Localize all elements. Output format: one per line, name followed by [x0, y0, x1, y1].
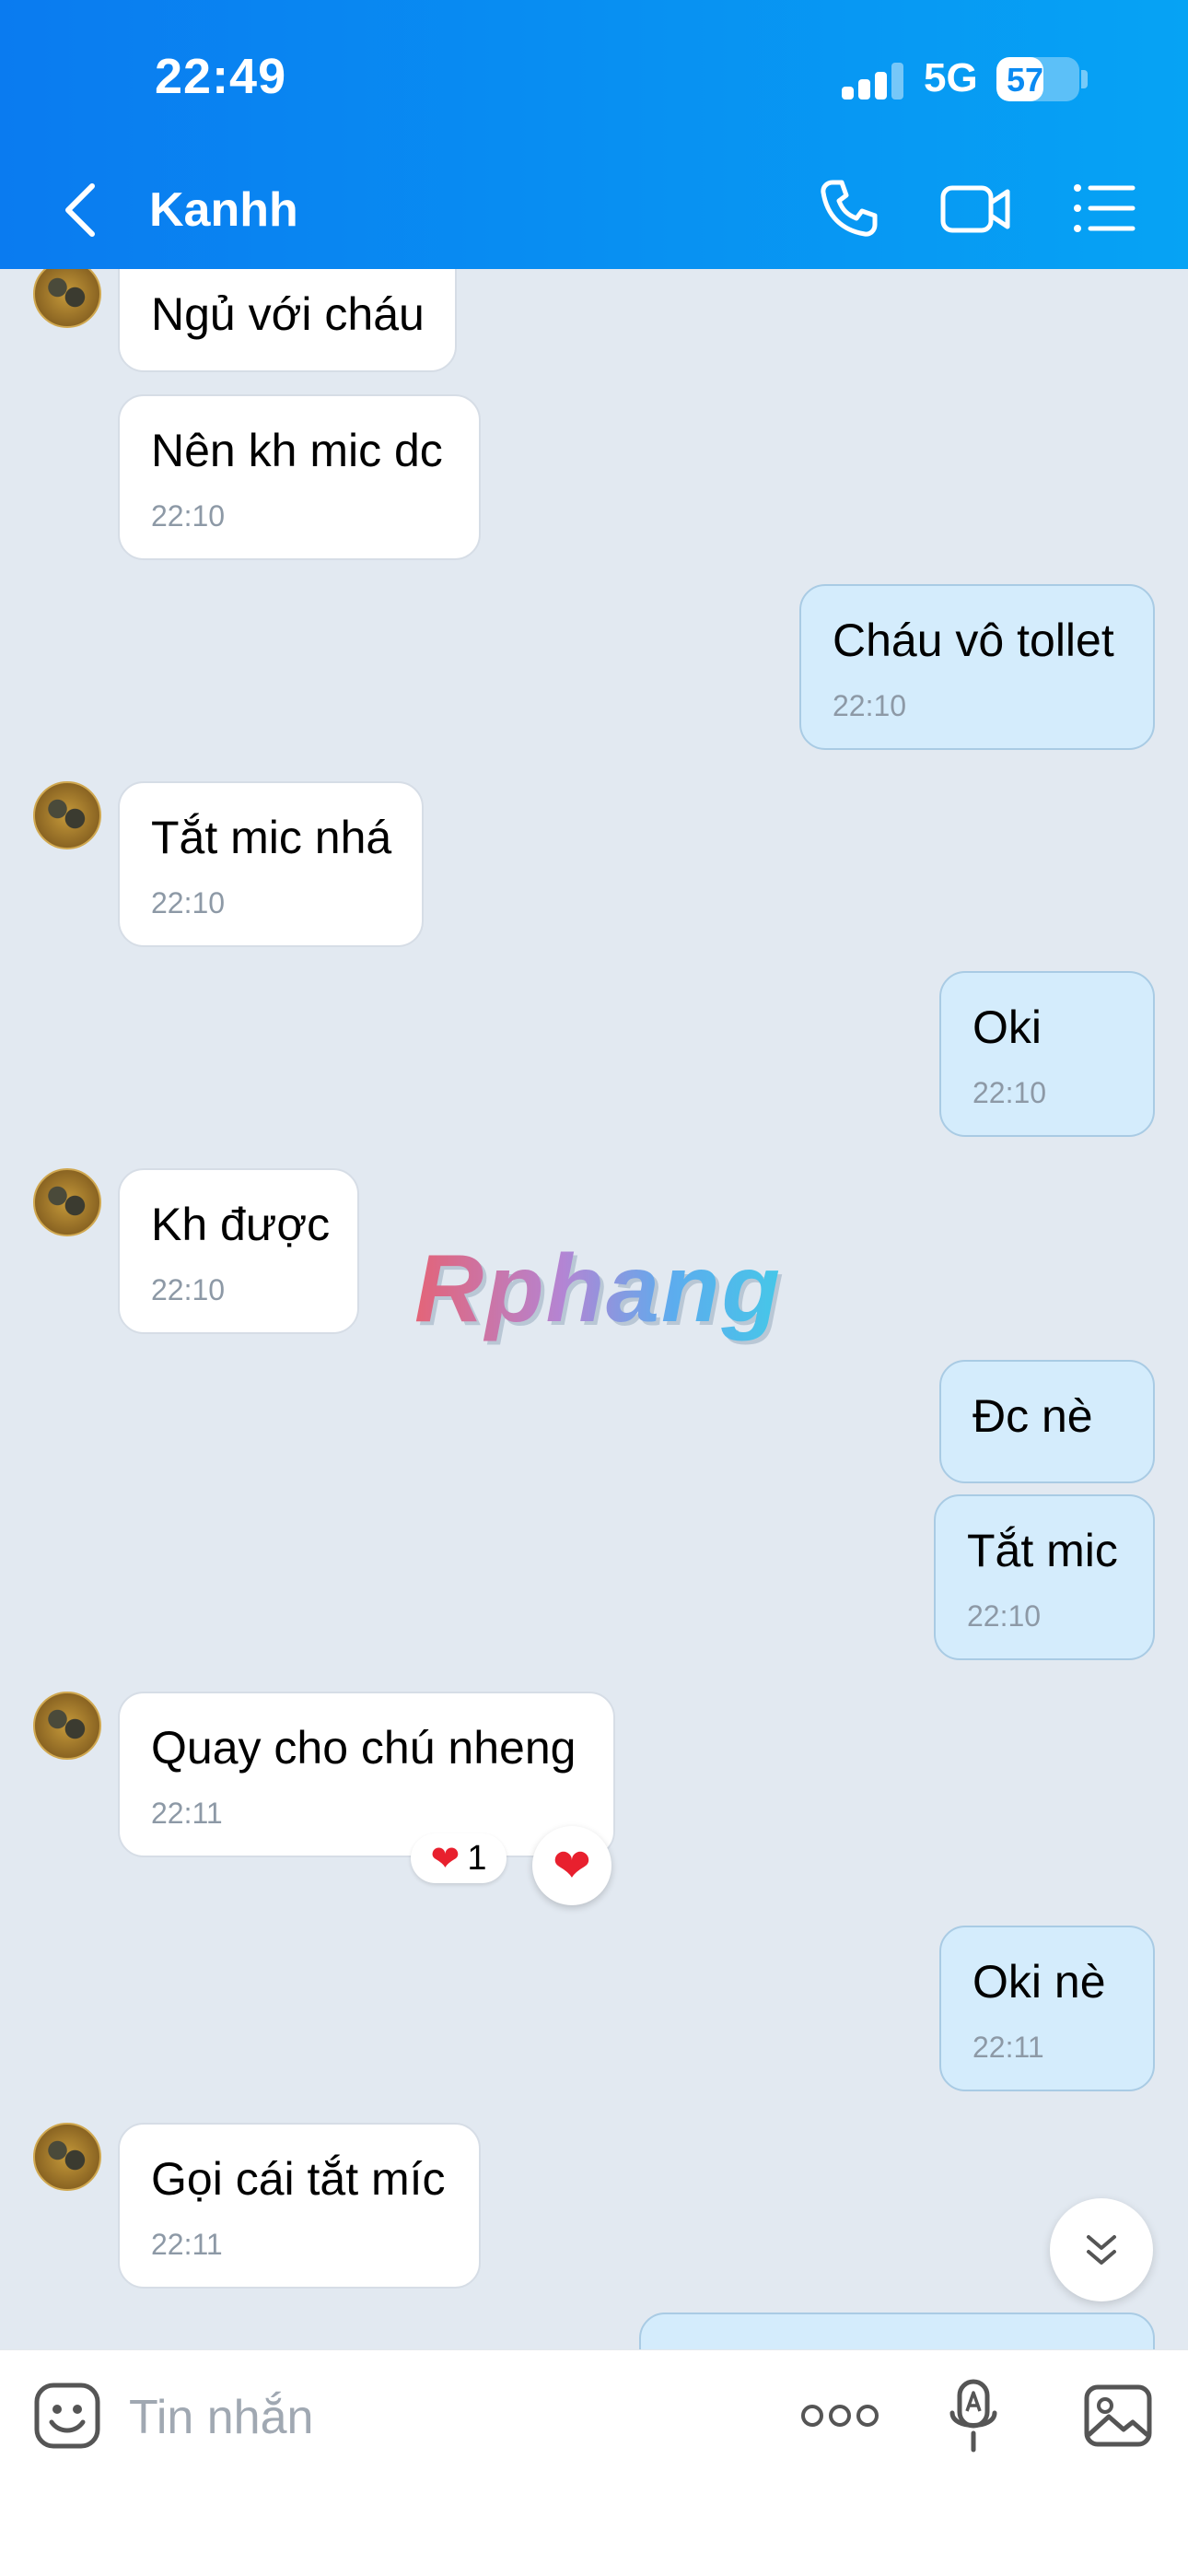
message-time: 22:10 — [973, 1076, 1047, 1109]
message-text: Gọi cái tắt míc — [151, 2153, 446, 2205]
message-time: 22:11 — [151, 2228, 223, 2261]
heart-icon: ❤ — [430, 1839, 460, 1879]
outgoing-message[interactable]: Đc nè — [939, 1360, 1155, 1483]
message-text: Tắt mic nhá — [151, 812, 392, 863]
message-text: Kh được — [151, 1199, 331, 1250]
network-label: 5G — [924, 55, 978, 100]
message-text: Oki — [973, 1001, 1042, 1053]
outgoing-message[interactable]: Tắt mic 22:10 — [934, 1494, 1155, 1660]
message-text: Quay cho chú nheng — [151, 1722, 577, 1774]
reaction-count: 1 — [467, 1838, 487, 1878]
incoming-message[interactable]: Nên kh mic dc 22:10 — [118, 394, 481, 560]
incoming-message[interactable]: Ngủ với cháu — [118, 269, 457, 372]
scroll-to-bottom-button[interactable] — [1050, 2198, 1153, 2301]
message-text: Tắt mic — [967, 1525, 1118, 1576]
voice-to-text-icon[interactable] — [949, 2378, 998, 2453]
signal-bar — [891, 63, 903, 100]
battery-icon: 57 — [996, 57, 1079, 101]
contact-avatar[interactable] — [33, 2123, 101, 2191]
message-time: 22:10 — [151, 499, 226, 533]
chat-header: 22:49 5G 57 Kanhh — [0, 0, 1188, 269]
battery-level: 57 — [1006, 61, 1044, 99]
message-list[interactable]: Ngủ với cháu Nên kh mic dc 22:10 Cháu vô… — [0, 269, 1188, 2349]
contact-avatar[interactable] — [33, 1692, 101, 1760]
emoji-icon[interactable] — [33, 2382, 101, 2450]
contact-avatar[interactable] — [33, 781, 101, 849]
phone-call-icon[interactable] — [816, 177, 880, 241]
message-time: 22:10 — [151, 886, 226, 919]
contact-avatar[interactable] — [33, 269, 101, 328]
message-text: Oki nè — [973, 1956, 1106, 2008]
message-time: 22:10 — [151, 1273, 226, 1306]
outgoing-message[interactable]: Oki 22:10 — [939, 971, 1155, 1137]
message-time: 22:10 — [833, 689, 907, 722]
more-options-icon[interactable] — [799, 2400, 880, 2431]
outgoing-message[interactable]: Cháu vô tollet 22:10 — [799, 584, 1155, 750]
message-time: 22:11 — [973, 2031, 1044, 2064]
outgoing-message[interactable] — [639, 2313, 1155, 2349]
battery-tip — [1081, 70, 1088, 88]
incoming-message[interactable]: Kh được 22:10 — [118, 1168, 359, 1334]
message-text: Ngủ với cháu — [151, 288, 425, 340]
image-gallery-icon[interactable] — [1083, 2383, 1153, 2448]
double-chevron-down-icon — [1087, 2235, 1116, 2265]
signal-icon — [842, 61, 906, 100]
watermark: Rphang — [414, 1235, 783, 1342]
signal-bar — [875, 72, 887, 100]
heart-icon: ❤ — [553, 1840, 591, 1891]
react-button[interactable]: ❤ — [532, 1826, 611, 1905]
contact-avatar[interactable] — [33, 1168, 101, 1236]
outgoing-message[interactable]: Oki nè 22:11 — [939, 1926, 1155, 2091]
signal-bar — [842, 87, 854, 100]
signal-bar — [858, 79, 870, 100]
reaction-summary[interactable]: ❤ 1 — [411, 1833, 507, 1883]
back-arrow-icon[interactable] — [61, 181, 98, 240]
message-composer — [0, 2349, 1188, 2576]
incoming-message[interactable]: Quay cho chú nheng 22:11 — [118, 1692, 615, 1857]
message-time: 22:10 — [967, 1599, 1042, 1633]
message-input[interactable] — [129, 2385, 774, 2450]
message-time: 22:11 — [151, 1797, 223, 1830]
message-text: Nên kh mic dc — [151, 425, 443, 476]
incoming-message[interactable]: Gọi cái tắt míc 22:11 — [118, 2123, 481, 2289]
list-menu-icon[interactable] — [1072, 182, 1136, 234]
incoming-message[interactable]: Tắt mic nhá 22:10 — [118, 781, 424, 947]
status-time: 22:49 — [155, 49, 287, 104]
contact-name[interactable]: Kanhh — [149, 182, 298, 238]
message-text: Cháu vô tollet — [833, 615, 1114, 666]
video-call-icon[interactable] — [939, 181, 1013, 238]
message-text: Đc nè — [973, 1390, 1093, 1442]
